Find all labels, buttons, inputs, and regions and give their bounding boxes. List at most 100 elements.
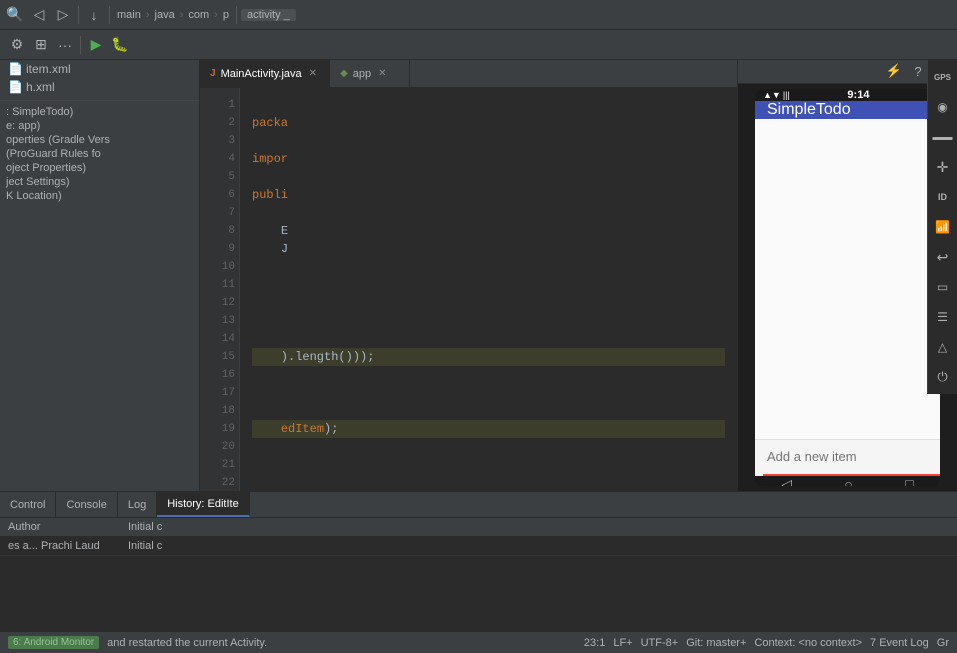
separator-1 [78,6,79,24]
back-arrow-icon-btn[interactable]: ↩ [930,244,956,270]
nav-recent-btn[interactable]: □ [905,476,913,486]
bottom-panel: Control Console Log History: EditIte Aut… [0,491,957,631]
breadcrumb-java[interactable]: java [152,8,178,22]
encoding-label: UTF-8+ [641,637,679,649]
home-icon-btn[interactable]: △ [930,334,956,360]
tab-app-label: app [353,68,371,80]
app-title: SimpleTodo [767,101,851,119]
bottom-content: Author Initial c es a... Prachi Laud Ini… [0,518,957,631]
toolbar-icon-magnify[interactable]: 🔍 [4,4,26,26]
app-label: e: app) [6,120,40,132]
tab-mainactivity[interactable]: J MainActivity.java ✕ [200,60,330,87]
activity-tab[interactable]: activity _ [241,9,296,21]
android-monitor-badge[interactable]: 6: Android Monitor [8,636,99,649]
breadcrumb-com[interactable]: com [185,8,212,22]
app-bottom-bar: ADD [755,439,940,476]
emulator-icon-1[interactable]: ⚡ [883,60,905,82]
table-header: Author Initial c [0,518,957,537]
left-sidebar: 📄 item.xml 📄 h.xml : SimpleTodo) e: app)… [0,60,200,491]
xml-icon-2: 📄 [8,80,23,94]
project-gradle[interactable]: operties (Gradle Vers [0,133,199,147]
nav-icon-run[interactable]: ▶ [85,34,107,56]
app-content [755,119,940,439]
video-icon-btn[interactable]: ▬▬ [930,124,956,150]
phone-nav-bar: ◁ ○ □ [755,476,940,486]
gps-icon-btn[interactable]: GPS [930,64,956,90]
power-icon-btn[interactable]: ⏻ [930,364,956,390]
status-right: 23:1 LF+ UTF-8+ Git: master+ Context: <n… [584,637,949,649]
breadcrumb-p[interactable]: p [220,8,232,22]
tab-mainactivity-close[interactable]: ✕ [307,68,319,79]
bottom-tab-console[interactable]: Console [56,492,117,517]
nav-back-btn[interactable]: ◁ [781,476,792,486]
app-toolbar: SimpleTodo [755,101,940,119]
signal-icon: ||| [783,90,790,100]
todo-input[interactable] [763,440,940,476]
breadcrumb-main[interactable]: main [114,8,144,22]
project-tree: 📄 item.xml 📄 h.xml : SimpleTodo) e: app)… [0,60,199,491]
bottom-tabs: Control Console Log History: EditIte [0,492,957,518]
gr-label: Gr [937,637,949,649]
toolbar-icon-forward[interactable]: ▷ [52,4,74,26]
sdk-label: K Location) [6,190,62,202]
status-left-icons: ▲▼ ||| [763,90,790,100]
emulator-toolbar: ⚡ ? ⏹ [738,60,957,84]
proguard-label: (ProGuard Rules fo [6,148,101,160]
sep-1: › [146,9,150,21]
toolbar-icon-down[interactable]: ↓ [83,4,105,26]
nav-icon-grid[interactable]: ⊞ [30,34,52,56]
nav-bar: ⚙ ⊞ ··· ▶ 🐛 [0,30,957,60]
context-label: Context: <no context> [754,637,862,649]
breadcrumb: main › java › com › p [114,8,232,22]
tree-item-xml2[interactable]: 📄 h.xml [0,78,199,96]
tab-mainactivity-label: MainActivity.java [221,68,302,80]
nav-sep-1 [80,36,81,54]
project-proguard[interactable]: (ProGuard Rules fo [0,147,199,161]
tab-app-close[interactable]: ✕ [376,68,388,79]
nav-icon-dots[interactable]: ··· [54,34,76,56]
id-icon-btn[interactable]: ID [930,184,956,210]
xml1-label: item.xml [26,62,71,76]
toolbar-icon-back[interactable]: ◁ [28,4,50,26]
nav-icon-debug[interactable]: 🐛 [109,34,131,56]
line-numbers: 12345 678910 1112131415 1617181920 2122 [200,88,240,491]
rss-icon-btn[interactable]: 📶 [930,214,956,240]
emulator-icon-2[interactable]: ? [907,60,929,82]
status-bar: 6: Android Monitor and restarted the cur… [0,631,957,653]
wifi-icon: ▲▼ [763,90,781,100]
status-message: and restarted the current Activity. [107,637,267,649]
move-icon-btn[interactable]: ✛ [930,154,956,180]
right-icon-panel: GPS ◉ ▬▬ ✛ ID 📶 ↩ ▭ ☰ △ ⏻ [927,60,957,394]
settings-label: ject Settings) [6,176,70,188]
project-app[interactable]: e: app) [0,119,199,133]
lf-label: LF+ [613,637,632,649]
nav-home-btn[interactable]: ○ [844,476,852,486]
bottom-tab-history[interactable]: History: EditIte [157,492,250,517]
xml-icon-1: 📄 [8,62,23,76]
row-author: es a... Prachi Laud [8,540,128,552]
position-label: 23:1 [584,637,605,649]
gradle-label: operties (Gradle Vers [6,134,110,146]
sep-2: › [180,9,184,21]
code-content[interactable]: packa impor publi E J ).length())); edIt… [240,88,737,491]
menu-icon-btn[interactable]: ☰ [930,304,956,330]
event-log-button[interactable]: 7 Event Log [870,637,929,649]
project-sdk[interactable]: K Location) [0,189,199,203]
project-settings[interactable]: ject Settings) [0,175,199,189]
android-emulator-panel: ⚡ ? ⏹ ▲▼ ||| 9:14 ▮ SimpleTodo [737,60,957,491]
project-props[interactable]: oject Properties) [0,161,199,175]
window-icon-btn[interactable]: ▭ [930,274,956,300]
bottom-tab-control[interactable]: Control [0,492,56,517]
header-author: Author [8,521,128,533]
project-simpletodo[interactable]: : SimpleTodo) [0,105,199,119]
tree-item-xml1[interactable]: 📄 item.xml [0,60,199,78]
sep-3: › [214,9,218,21]
bottom-tab-log[interactable]: Log [118,492,157,517]
tab-app[interactable]: ◆ app ✕ [330,60,410,87]
git-label: Git: master+ [686,637,746,649]
status-time: 9:14 [847,89,869,101]
camera-icon-btn[interactable]: ◉ [930,94,956,120]
nav-icon-settings[interactable]: ⚙ [6,34,28,56]
main-area: 📄 item.xml 📄 h.xml : SimpleTodo) e: app)… [0,60,957,491]
table-row[interactable]: es a... Prachi Laud Initial c [0,537,957,556]
